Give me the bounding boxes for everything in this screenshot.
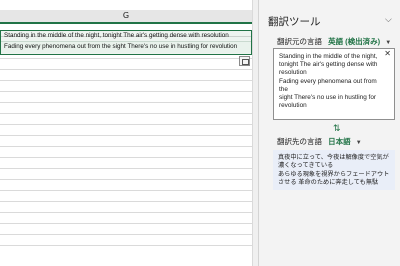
- table-row[interactable]: [0, 114, 252, 125]
- table-row[interactable]: [0, 147, 252, 158]
- table-row[interactable]: [0, 158, 252, 169]
- app-window: G Standing in the middle of the night, t…: [0, 0, 400, 266]
- swap-languages-icon[interactable]: ⇅: [333, 123, 341, 134]
- paste-options-icon[interactable]: [239, 56, 250, 66]
- cell-text: Standing in the middle of the night, ton…: [4, 32, 229, 39]
- source-line: resolution: [279, 69, 307, 77]
- collapse-chevron-icon[interactable]: ⌵: [385, 14, 392, 25]
- source-language-label: 翻訳元の言語: [277, 37, 322, 46]
- table-row[interactable]: [0, 235, 252, 246]
- table-row[interactable]: [0, 103, 252, 114]
- table-row[interactable]: [0, 202, 252, 213]
- table-row[interactable]: [0, 136, 252, 147]
- table-row[interactable]: [0, 213, 252, 224]
- source-line: Fading every phenomena out from the: [279, 77, 377, 93]
- source-language-value[interactable]: 英語 (検出済み): [328, 37, 380, 46]
- table-row[interactable]: [0, 180, 252, 191]
- source-line: Standing in the middle of the night,: [279, 53, 378, 60]
- selected-range[interactable]: Standing in the middle of the night, ton…: [0, 30, 252, 55]
- selected-cell-1[interactable]: Standing in the middle of the night, ton…: [1, 31, 251, 42]
- table-row[interactable]: [0, 169, 252, 180]
- source-language-selector[interactable]: 翻訳元の言語 英語 (検出済み) ▼: [277, 36, 391, 47]
- source-line: revolution: [279, 102, 307, 110]
- translator-pane: 翻訳ツール ⌵ 翻訳元の言語 英語 (検出済み) ▼ ✕ Standing in…: [258, 0, 400, 266]
- table-row[interactable]: [0, 59, 252, 70]
- grid-rows: [0, 26, 252, 246]
- column-header-g[interactable]: G: [0, 10, 252, 24]
- target-language-selector[interactable]: 翻訳先の言語 日本語 ▼: [277, 136, 362, 147]
- pane-title: 翻訳ツール: [268, 16, 321, 28]
- target-language-label: 翻訳先の言語: [277, 137, 322, 146]
- target-line: あらゆる現象を視界からフェードアウト: [278, 170, 390, 178]
- column-letter: G: [122, 11, 130, 20]
- chevron-down-icon[interactable]: ▼: [356, 140, 362, 146]
- table-row[interactable]: [0, 191, 252, 202]
- table-row[interactable]: [0, 70, 252, 81]
- translated-text-box: 真夜中に立って、今夜は解像度で空気が 濃くなってきている あらゆる現象を視界から…: [273, 150, 395, 190]
- clear-close-icon[interactable]: ✕: [384, 49, 391, 58]
- target-language-value[interactable]: 日本語: [328, 137, 351, 146]
- source-line: sight There's no use in hustling for: [279, 94, 377, 102]
- target-line: させる 革命のために奔走しても無駄: [278, 179, 379, 187]
- selected-cell-2[interactable]: Fading every phenomena out from the sigh…: [1, 42, 251, 53]
- source-text-box[interactable]: ✕ Standing in the middle of the night, t…: [273, 48, 395, 120]
- chevron-down-icon[interactable]: ▼: [385, 40, 391, 46]
- spreadsheet-grid[interactable]: G Standing in the middle of the night, t…: [0, 0, 258, 266]
- source-line: tonight The air's getting dense with: [279, 61, 378, 69]
- table-row[interactable]: [0, 92, 252, 103]
- cell-text: Fading every phenomena out from the sigh…: [4, 43, 238, 50]
- table-row[interactable]: [0, 81, 252, 92]
- table-row[interactable]: [0, 125, 252, 136]
- table-row[interactable]: [0, 224, 252, 235]
- target-line: 濃くなってきている: [278, 162, 334, 170]
